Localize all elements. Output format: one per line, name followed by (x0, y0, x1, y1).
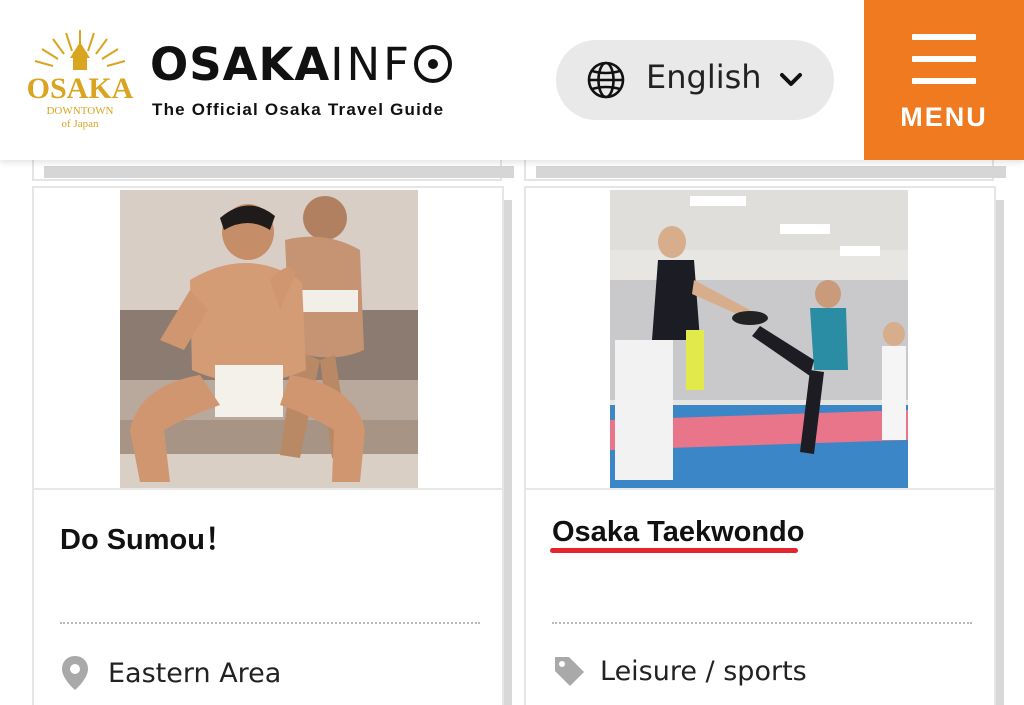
taekwondo-photo[interactable] (610, 190, 908, 488)
card-category[interactable]: Leisure / sports (552, 654, 807, 688)
red-underline-annotation (550, 548, 798, 553)
site-tagline: The Official Osaka Travel Guide (152, 100, 445, 119)
previous-card-left-shadow (44, 166, 514, 178)
site-header: OSAKA DOWNTOWN of Japan OSAKAINF The Off… (0, 0, 1024, 160)
card-divider (34, 488, 502, 490)
language-selector[interactable]: English (556, 40, 834, 120)
logo-seal-main: OSAKA (27, 72, 134, 105)
card-category-text: Leisure / sports (600, 655, 807, 687)
wordmark-thin: INF (330, 38, 413, 91)
card-category[interactable]: Eastern Area (60, 654, 281, 692)
osakainfo-wordmark[interactable]: OSAKAINF (150, 42, 453, 87)
dotted-separator (60, 622, 480, 624)
card-title[interactable]: Osaka Taekwondo (552, 516, 805, 549)
sumo-photo[interactable] (120, 190, 418, 488)
card-title[interactable]: Do Sumou！ (60, 516, 234, 558)
previous-card-right-shadow (536, 166, 1006, 178)
menu-label: MENU (900, 102, 988, 132)
logo-seal-line1: DOWNTOWN (46, 105, 113, 117)
location-pin-icon (62, 656, 88, 690)
language-label: English (646, 58, 762, 96)
menu-button[interactable]: MENU (864, 0, 1024, 160)
dotted-separator (552, 622, 972, 624)
logo-seal-line2: of Japan (62, 118, 99, 130)
hamburger-icon (912, 34, 976, 86)
card-area-text: Eastern Area (108, 657, 282, 689)
chevron-down-icon (780, 73, 802, 86)
wordmark-o-circle-icon (414, 45, 453, 83)
osaka-downtown-logo[interactable]: OSAKA DOWNTOWN of Japan (26, 28, 134, 132)
card-divider (526, 488, 994, 490)
event-card[interactable]: Do Sumou！ Eastern Area (32, 186, 504, 705)
tag-icon (555, 657, 584, 686)
event-card[interactable]: Osaka Taekwondo Leisure / sports (524, 186, 996, 705)
globe-icon (587, 61, 625, 99)
wordmark-bold: OSAKA (150, 38, 331, 91)
